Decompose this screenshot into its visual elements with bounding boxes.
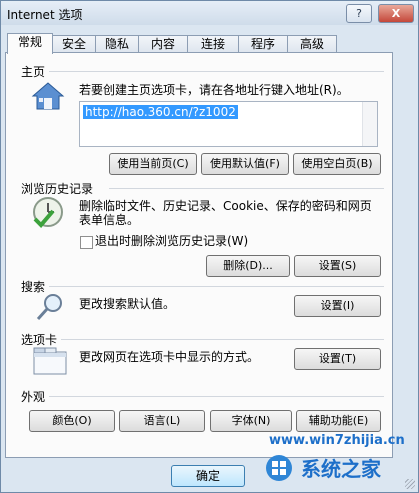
home-section-label: 主页	[21, 65, 46, 79]
watermark-logo-icon	[266, 455, 292, 481]
colors-button[interactable]: 颜色(O)	[29, 410, 115, 432]
home-description: 若要创建主页选项卡，请在各地址行键入地址(R)。	[79, 83, 349, 97]
history-divider	[109, 188, 384, 189]
history-description-line2: 表单信息。	[79, 213, 140, 227]
use-blank-button[interactable]: 使用空白页(B)	[293, 153, 381, 175]
search-description: 更改搜索默认值。	[79, 297, 176, 311]
tab-connections[interactable]: 连接	[187, 35, 239, 53]
home-divider	[49, 71, 384, 72]
tab-privacy[interactable]: 隐私	[95, 35, 139, 53]
ok-button[interactable]: 确定	[171, 465, 245, 487]
delete-on-exit-label: 退出时删除浏览历史记录(W)	[95, 234, 249, 248]
watermark-site: www.win7zhijia.cn	[269, 433, 405, 448]
history-description-line1: 删除临时文件、历史记录、Cookie、保存的密码和网页	[79, 199, 372, 213]
tab-security[interactable]: 安全	[52, 35, 96, 53]
tabs-divider	[61, 339, 384, 340]
accessibility-button[interactable]: 辅助功能(E)	[296, 410, 381, 432]
tab-general[interactable]: 常规	[7, 33, 53, 54]
history-settings-button[interactable]: 设置(S)	[294, 255, 381, 277]
delete-on-exit-checkbox[interactable]	[80, 236, 93, 249]
home-page-address-input[interactable]: http://hao.360.cn/?z1002	[79, 101, 378, 147]
search-settings-button[interactable]: 设置(I)	[294, 295, 381, 317]
tabs-section-label: 选项卡	[21, 333, 58, 347]
appearance-divider	[49, 396, 384, 397]
resize-grip[interactable]	[405, 479, 415, 489]
tab-content[interactable]: 内容	[138, 35, 188, 53]
help-button[interactable]: ?	[346, 4, 372, 23]
tabs-window-icon	[33, 347, 67, 375]
search-divider	[49, 286, 384, 287]
delete-history-button[interactable]: 删除(D)...	[206, 255, 290, 277]
close-button[interactable]: X	[378, 4, 414, 23]
title-bar: Internet 选项 ? X	[1, 1, 418, 25]
use-current-button[interactable]: 使用当前页(C)	[109, 153, 197, 175]
home-page-url: http://hao.360.cn/?z1002	[83, 105, 238, 119]
tab-programs[interactable]: 程序	[238, 35, 288, 53]
address-scrollbar[interactable]	[362, 102, 377, 146]
watermark-brand: 系统之家	[301, 457, 381, 481]
tabs-settings-button[interactable]: 设置(T)	[294, 348, 381, 370]
fonts-button[interactable]: 字体(N)	[210, 410, 292, 432]
internet-options-window: Internet 选项 ? X 常规 安全 隐私 内容 连接 程序 高级 主页 …	[0, 0, 419, 493]
history-clock-icon	[33, 197, 63, 228]
tabs-description: 更改网页在选项卡中显示的方式。	[79, 350, 260, 364]
window-title: Internet 选项	[7, 8, 83, 22]
tab-advanced[interactable]: 高级	[287, 35, 337, 53]
search-magnifier-icon	[36, 294, 62, 321]
use-default-button[interactable]: 使用默认值(F)	[201, 153, 289, 175]
languages-button[interactable]: 语言(L)	[119, 410, 205, 432]
home-icon	[31, 82, 65, 110]
appearance-section-label: 外观	[21, 390, 46, 404]
